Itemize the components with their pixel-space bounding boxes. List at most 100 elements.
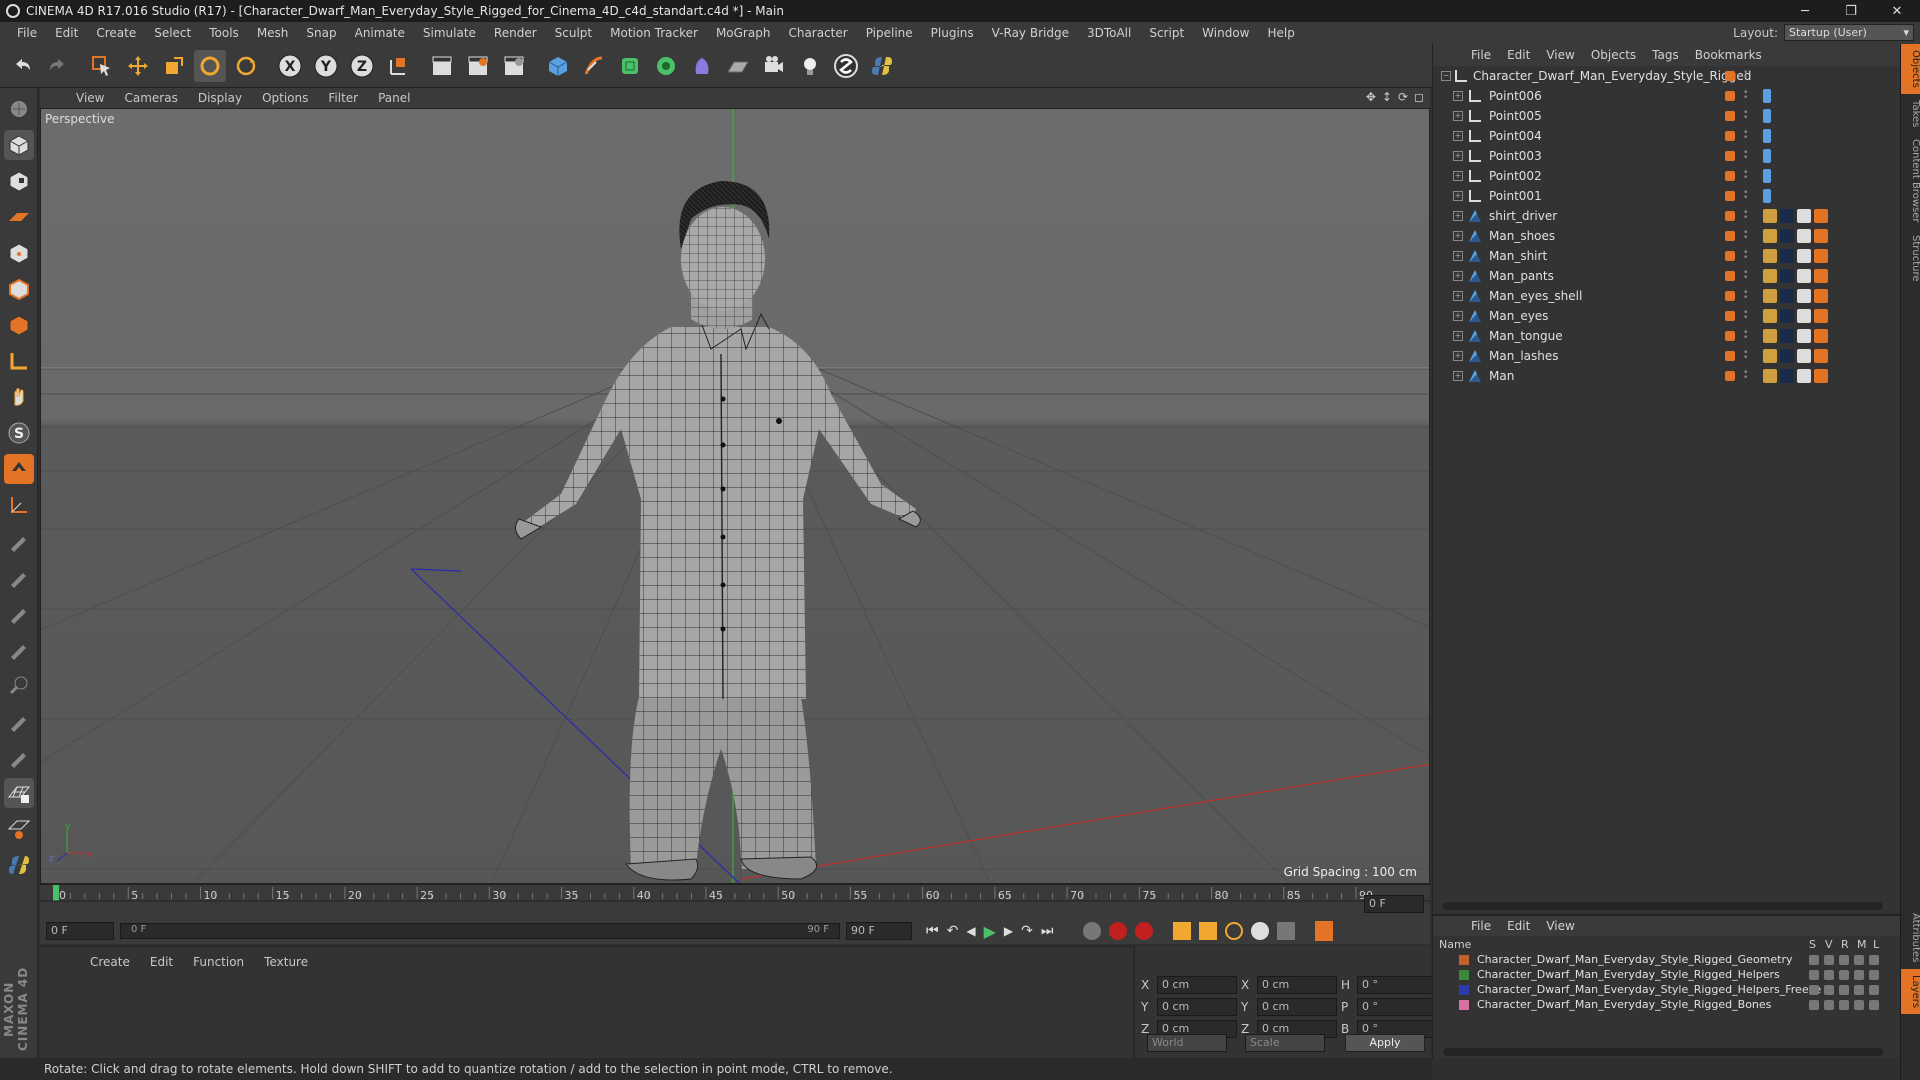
menu-motion-tracker[interactable]: Motion Tracker bbox=[601, 26, 707, 40]
layer-color-icon[interactable] bbox=[1725, 331, 1735, 341]
previous-key-icon[interactable]: ↶ bbox=[947, 923, 959, 939]
menu-animate[interactable]: Animate bbox=[346, 26, 414, 40]
weight-tag-icon[interactable] bbox=[1763, 209, 1777, 223]
material-tag-icon[interactable] bbox=[1780, 349, 1794, 363]
python-script-button[interactable] bbox=[4, 850, 34, 880]
apply-button[interactable]: Apply bbox=[1345, 1034, 1425, 1052]
menu-tools[interactable]: Tools bbox=[200, 26, 248, 40]
menu-simulate[interactable]: Simulate bbox=[414, 26, 485, 40]
selection-tag-icon[interactable] bbox=[1814, 249, 1828, 263]
expand-toggle-icon[interactable]: + bbox=[1453, 151, 1463, 161]
weight-tag-icon[interactable] bbox=[1763, 349, 1777, 363]
menu-character[interactable]: Character bbox=[779, 26, 856, 40]
side-tab-objects[interactable]: Objects bbox=[1901, 44, 1920, 94]
autokey-icon[interactable] bbox=[1135, 922, 1154, 940]
layer-color-icon[interactable] bbox=[1725, 71, 1735, 81]
selection-tag-icon[interactable] bbox=[1814, 209, 1828, 223]
layer-color-icon[interactable] bbox=[1725, 131, 1735, 141]
manager-toggle-icon[interactable] bbox=[1854, 954, 1864, 965]
manager-toggle-icon[interactable] bbox=[1854, 984, 1864, 995]
object-row[interactable]: + Man • • bbox=[1433, 366, 1901, 386]
object-list-scrollbar[interactable] bbox=[1443, 902, 1883, 910]
key-pla-icon[interactable] bbox=[1277, 922, 1296, 940]
expand-toggle-icon[interactable]: + bbox=[1453, 231, 1463, 241]
preview-range-slider[interactable]: 0 F 90 F bbox=[120, 923, 840, 939]
key-scale-icon[interactable] bbox=[1199, 922, 1218, 940]
material-tag-icon[interactable] bbox=[1780, 369, 1794, 383]
expand-toggle-icon[interactable]: + bbox=[1453, 91, 1463, 101]
menu-render[interactable]: Render bbox=[485, 26, 546, 40]
texture-tag-icon[interactable] bbox=[1797, 249, 1811, 263]
material-tag-icon[interactable] bbox=[1780, 209, 1794, 223]
object-row[interactable]: + Man_pants • • bbox=[1433, 266, 1901, 286]
layer-color-icon[interactable] bbox=[1725, 171, 1735, 181]
x-position-field[interactable]: 0 cm bbox=[1157, 976, 1237, 994]
visibility-dots-icon[interactable]: • • bbox=[1743, 309, 1748, 323]
expand-toggle-icon[interactable]: − bbox=[1441, 71, 1451, 81]
layer-row[interactable]: Character_Dwarf_Man_Everyday_Style_Rigge… bbox=[1433, 952, 1900, 967]
dolly-view-icon[interactable]: ↕ bbox=[1382, 90, 1392, 104]
selection-tag-icon[interactable] bbox=[1814, 349, 1828, 363]
render-view-button[interactable] bbox=[426, 50, 458, 82]
playhead-marker[interactable] bbox=[53, 885, 59, 901]
texture-tag-icon[interactable] bbox=[1797, 209, 1811, 223]
object-row[interactable]: + Point003 • • bbox=[1433, 146, 1901, 166]
solo-toggle-icon[interactable] bbox=[1809, 999, 1819, 1010]
weight-tag-icon[interactable] bbox=[1763, 309, 1777, 323]
solo-toggle-icon[interactable] bbox=[1809, 984, 1819, 995]
brush-tool-3-button[interactable] bbox=[4, 598, 34, 628]
ik-tag-icon[interactable] bbox=[1763, 129, 1771, 143]
expand-toggle-icon[interactable]: + bbox=[1453, 331, 1463, 341]
record-keys-icon[interactable] bbox=[1109, 922, 1128, 940]
polygons-mode-button[interactable] bbox=[4, 310, 34, 340]
tweak-mode-button[interactable] bbox=[4, 382, 34, 412]
layout-dropdown[interactable]: Startup (User) bbox=[1784, 24, 1914, 41]
viewport-menu-options[interactable]: Options bbox=[252, 91, 318, 105]
layer-color-icon[interactable] bbox=[1725, 371, 1735, 381]
menu-mograph[interactable]: MoGraph bbox=[707, 26, 780, 40]
layer-color-icon[interactable] bbox=[1725, 151, 1735, 161]
object-row[interactable]: + Point004 • • bbox=[1433, 126, 1901, 146]
layer-color-icon[interactable] bbox=[1725, 271, 1735, 281]
layer-color-icon[interactable] bbox=[1725, 311, 1735, 321]
live-selection-button[interactable] bbox=[86, 50, 118, 82]
visibility-dots-icon[interactable]: • • bbox=[1743, 249, 1748, 263]
visible-toggle-icon[interactable] bbox=[1824, 984, 1834, 995]
cloner-button[interactable] bbox=[650, 50, 682, 82]
visibility-dots-icon[interactable]: • • bbox=[1743, 69, 1748, 83]
3d-viewport[interactable]: y x z Perspective Grid Spacing : 100 cm bbox=[40, 108, 1430, 884]
python-button[interactable] bbox=[866, 50, 898, 82]
recent-tool-button[interactable] bbox=[230, 50, 262, 82]
layer-color-icon[interactable] bbox=[1725, 191, 1735, 201]
p-rotation-field[interactable]: 0 ° bbox=[1357, 998, 1437, 1016]
material-tag-icon[interactable] bbox=[1780, 329, 1794, 343]
object-row[interactable]: + Man_eyes • • bbox=[1433, 306, 1901, 326]
layers-menu-edit[interactable]: Edit bbox=[1499, 919, 1538, 933]
brush-tool-4-button[interactable] bbox=[4, 634, 34, 664]
visibility-dots-icon[interactable]: • • bbox=[1743, 129, 1748, 143]
material-menu-function[interactable]: Function bbox=[183, 955, 254, 969]
menu-3dtoall[interactable]: 3DToAll bbox=[1078, 26, 1140, 40]
visibility-dots-icon[interactable]: • • bbox=[1743, 169, 1748, 183]
render-toggle-icon[interactable] bbox=[1839, 969, 1849, 980]
menu-sculpt[interactable]: Sculpt bbox=[546, 26, 601, 40]
size-mode-dropdown[interactable]: Scale bbox=[1245, 1034, 1325, 1052]
expand-toggle-icon[interactable]: + bbox=[1453, 371, 1463, 381]
visibility-dots-icon[interactable]: • • bbox=[1743, 289, 1748, 303]
visible-toggle-icon[interactable] bbox=[1824, 999, 1834, 1010]
scale-tool-button[interactable] bbox=[158, 50, 190, 82]
object-row[interactable]: + Point001 • • bbox=[1433, 186, 1901, 206]
texture-tag-icon[interactable] bbox=[1797, 309, 1811, 323]
previous-frame-icon[interactable]: ◀ bbox=[966, 924, 975, 938]
side-tab-attributes[interactable]: Attributes bbox=[1901, 907, 1920, 968]
lock-toggle-icon[interactable] bbox=[1869, 999, 1879, 1010]
texture-tag-icon[interactable] bbox=[1797, 269, 1811, 283]
maximize-view-icon[interactable]: ◻ bbox=[1414, 90, 1424, 104]
object-row[interactable]: + Man_shoes • • bbox=[1433, 226, 1901, 246]
lock-toggle-icon[interactable] bbox=[1869, 954, 1879, 965]
layer-color-icon[interactable] bbox=[1725, 111, 1735, 121]
viewport-menu-filter[interactable]: Filter bbox=[318, 91, 368, 105]
manager-toggle-icon[interactable] bbox=[1854, 999, 1864, 1010]
layer-color-icon[interactable] bbox=[1725, 291, 1735, 301]
magnet-button[interactable] bbox=[4, 454, 34, 484]
